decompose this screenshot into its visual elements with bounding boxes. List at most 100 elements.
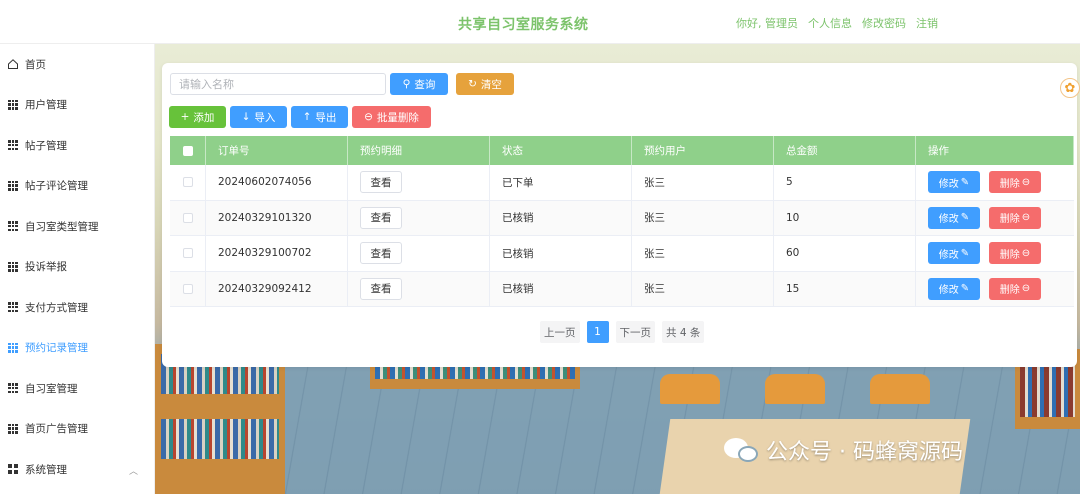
watermark-text: 公众号 · 码蜂窝源码 — [766, 440, 963, 465]
column-header: 预约用户 — [632, 136, 774, 165]
edit-button[interactable]: 修改 ✎ — [928, 242, 980, 265]
grid-icon — [7, 139, 19, 151]
edit-button[interactable]: 修改 ✎ — [928, 277, 980, 300]
actions-cell: 修改 ✎ 删除 ⊖ — [916, 236, 1074, 271]
row-checkbox[interactable] — [182, 177, 193, 188]
view-button[interactable]: 查看 — [360, 171, 402, 194]
flower-icon: ✿ — [1064, 80, 1076, 96]
amount: 15 — [774, 271, 916, 306]
chevron-up-icon[interactable]: ︿ — [129, 464, 138, 477]
wechat-logo-icon — [724, 436, 760, 464]
prev-page-button[interactable]: 上一页 — [540, 321, 580, 343]
greeting-text: 你好, 管理员 — [736, 17, 798, 30]
view-button[interactable]: 查看 — [360, 277, 402, 300]
import-button[interactable]: ↓ 导入 — [230, 106, 287, 128]
column-header: 总金额 — [774, 136, 916, 165]
row-checkbox[interactable] — [182, 283, 193, 294]
row-checkbox[interactable] — [182, 212, 193, 223]
status: 已核销 — [490, 200, 632, 235]
plus-icon: + — [180, 111, 190, 123]
table-row: 20240329100702 查看 已核销 张三 60 修改 ✎ 删除 ⊖ — [170, 236, 1074, 272]
sidebar-item-posts[interactable]: 帖子管理 — [0, 125, 154, 166]
sidebar-item-label: 帖子评论管理 — [25, 180, 88, 193]
sidebar-item-room-types[interactable]: 自习室类型管理 — [0, 206, 154, 247]
user-menu: 你好, 管理员 个人信息 修改密码 注销 — [736, 15, 938, 31]
grid-icon — [7, 342, 19, 354]
grid-icon — [7, 382, 19, 394]
amount: 60 — [774, 236, 916, 271]
detail-cell: 查看 — [348, 271, 490, 306]
profile-link[interactable]: 个人信息 — [808, 15, 852, 31]
sidebar-item-complaints[interactable]: 投诉举报 — [0, 247, 154, 288]
clear-button[interactable]: ↻ 清空 — [456, 73, 514, 95]
system-title: 共享自习室服务系统 — [458, 17, 589, 33]
sidebar-item-label: 首页广告管理 — [25, 423, 88, 436]
select-all-checkbox[interactable] — [182, 145, 193, 156]
sidebar-item-home-ads[interactable]: 首页广告管理 — [0, 409, 154, 450]
edit-icon: ✎ — [960, 283, 970, 295]
sidebar-item-label: 自习室管理 — [25, 382, 78, 395]
edit-label: 修改 — [938, 249, 959, 261]
table-header-row: 订单号 预约明细 状态 预约用户 总金额 操作 — [170, 136, 1074, 165]
view-button[interactable]: 查看 — [360, 206, 402, 229]
export-button[interactable]: ↑ 导出 — [291, 106, 348, 128]
next-page-button[interactable]: 下一页 — [615, 321, 655, 343]
delete-button[interactable]: 删除 ⊖ — [989, 206, 1041, 229]
edit-label: 修改 — [938, 214, 959, 226]
add-label: 添加 — [193, 111, 215, 124]
sidebar: 首页 用户管理 帖子管理 帖子评论管理 自习室类型管理 投诉举报 支付方式管理 … — [0, 44, 155, 494]
actions-cell: 修改 ✎ 删除 ⊖ — [916, 272, 1074, 307]
user: 张三 — [632, 165, 774, 200]
status: 已下单 — [490, 165, 632, 200]
change-password-link[interactable]: 修改密码 — [862, 15, 906, 31]
order-number: 20240329092412 — [206, 271, 348, 306]
column-header: 操作 — [916, 136, 1074, 165]
sidebar-item-system[interactable]: 系统管理 ︿ — [0, 449, 154, 490]
row-checkbox[interactable] — [182, 248, 193, 259]
sidebar-item-users[interactable]: 用户管理 — [0, 85, 154, 126]
column-header: 订单号 — [206, 136, 348, 165]
logout-link[interactable]: 注销 — [916, 15, 938, 31]
query-button[interactable]: ⚲ 查询 — [390, 73, 448, 95]
add-button[interactable]: + 添加 — [169, 106, 226, 128]
sidebar-item-study-rooms[interactable]: 自习室管理 — [0, 368, 154, 409]
delete-button[interactable]: 删除 ⊖ — [989, 171, 1041, 194]
page-number-button[interactable]: 1 — [586, 321, 609, 343]
batch-delete-button[interactable]: ⊖ 批量删除 — [352, 106, 431, 128]
delete-label: 删除 — [999, 178, 1020, 190]
floating-settings-button[interactable]: ✿ — [1060, 78, 1080, 98]
delete-button[interactable]: 删除 ⊖ — [989, 277, 1041, 300]
minus-circle-icon: ⊖ — [1021, 176, 1031, 188]
content-panel: ⚲ 查询 ↻ 清空 + 添加 ↓ 导入 ↑ 导出 ⊖ 批量删除 订单号 预约明细… — [162, 63, 1077, 367]
minus-circle-icon: ⊖ — [1021, 283, 1031, 295]
edit-icon: ✎ — [960, 176, 970, 188]
edit-label: 修改 — [938, 285, 959, 297]
minus-circle-icon: ⊖ — [1021, 247, 1031, 259]
grid-icon — [7, 99, 19, 111]
sidebar-item-payment-methods[interactable]: 支付方式管理 — [0, 287, 154, 328]
chair — [660, 374, 720, 404]
edit-button[interactable]: 修改 ✎ — [928, 171, 980, 194]
edit-button[interactable]: 修改 ✎ — [928, 206, 980, 229]
import-label: 导入 — [254, 111, 276, 124]
delete-button[interactable]: 删除 ⊖ — [989, 242, 1041, 265]
sidebar-item-reservations[interactable]: 预约记录管理 — [0, 328, 154, 369]
row-select-cell — [170, 165, 206, 200]
sidebar-item-label: 首页 — [25, 58, 46, 71]
table-row: 20240329092412 查看 已核销 张三 15 修改 ✎ 删除 ⊖ — [170, 271, 1074, 307]
sidebar-item-label: 帖子管理 — [25, 139, 67, 152]
edit-icon: ✎ — [960, 212, 970, 224]
grid-icon — [7, 220, 19, 232]
sidebar-item-label: 自习室类型管理 — [25, 220, 99, 233]
row-select-cell — [170, 271, 206, 306]
sidebar-item-home[interactable]: 首页 — [0, 44, 154, 85]
view-button[interactable]: 查看 — [360, 242, 402, 265]
delete-label: 删除 — [999, 249, 1020, 261]
search-input[interactable] — [170, 73, 386, 95]
total-count: 共 4 条 — [662, 321, 705, 343]
row-select-cell — [170, 236, 206, 271]
select-all-cell — [170, 136, 206, 165]
column-header: 预约明细 — [348, 136, 490, 165]
sidebar-item-post-comments[interactable]: 帖子评论管理 — [0, 166, 154, 207]
user: 张三 — [632, 236, 774, 271]
